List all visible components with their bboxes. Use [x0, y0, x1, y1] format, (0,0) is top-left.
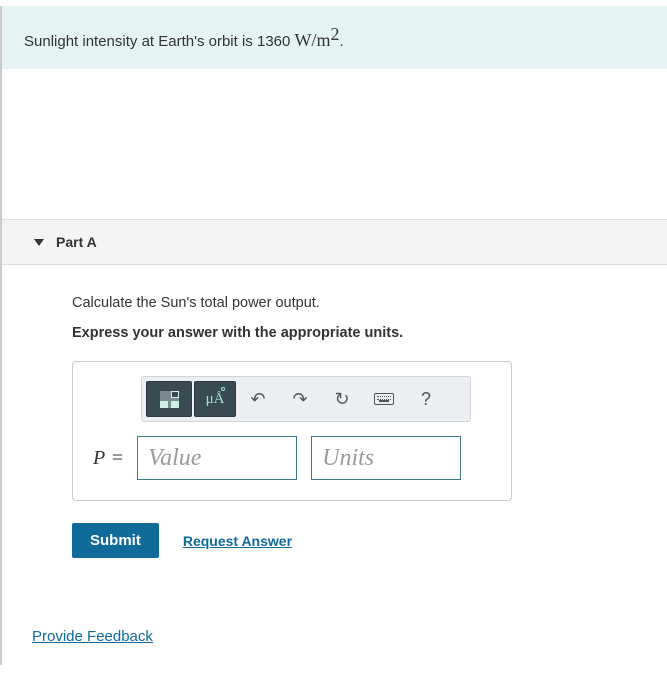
value-placeholder: Value	[148, 445, 201, 472]
units-input[interactable]: Units	[311, 436, 461, 480]
undo-button[interactable]: ↶	[238, 382, 278, 416]
value-input[interactable]: Value	[137, 436, 297, 480]
equation-toolbar: μÅ ↶ ↷ ↻ ?	[141, 376, 471, 422]
info-text: Sunlight intensity at Earth's orbit is 1…	[24, 33, 295, 50]
part-title: Part A	[56, 234, 97, 250]
keyboard-button[interactable]	[364, 382, 404, 416]
templates-button[interactable]	[146, 381, 192, 417]
answer-area: μÅ ↶ ↷ ↻ ? P =	[72, 361, 512, 501]
keyboard-icon	[374, 393, 394, 405]
chevron-down-icon	[34, 239, 44, 246]
variable-name: P	[93, 447, 105, 469]
help-icon: ?	[421, 389, 431, 410]
variable-label: P =	[93, 447, 123, 470]
reset-button[interactable]: ↻	[322, 382, 362, 416]
info-unit: W/m	[295, 30, 331, 50]
redo-icon: ↷	[292, 389, 307, 410]
part-body: Calculate the Sun's total power output. …	[2, 265, 667, 578]
symbols-button[interactable]: μÅ	[194, 381, 236, 417]
info-exponent: 2	[331, 24, 340, 44]
instruction-text: Express your answer with the appropriate…	[72, 325, 637, 341]
info-suffix: .	[340, 33, 344, 50]
help-button[interactable]: ?	[406, 382, 446, 416]
equals-sign: =	[112, 447, 123, 469]
symbols-label: μÅ	[206, 391, 225, 408]
provide-feedback-link[interactable]: Provide Feedback	[32, 628, 153, 645]
ring-icon	[221, 387, 225, 391]
actions-row: Submit Request Answer	[72, 523, 637, 558]
problem-info-box: Sunlight intensity at Earth's orbit is 1…	[2, 6, 667, 69]
answer-row: P = Value Units	[93, 436, 491, 480]
reset-icon: ↻	[334, 389, 349, 410]
request-answer-link[interactable]: Request Answer	[183, 533, 292, 549]
undo-icon: ↶	[250, 389, 265, 410]
units-placeholder: Units	[322, 445, 374, 472]
submit-button[interactable]: Submit	[72, 523, 159, 558]
templates-icon	[160, 391, 179, 408]
part-a-section: Part A Calculate the Sun's total power o…	[2, 219, 667, 578]
redo-button[interactable]: ↷	[280, 382, 320, 416]
part-header[interactable]: Part A	[2, 219, 667, 265]
question-text: Calculate the Sun's total power output.	[72, 295, 637, 311]
